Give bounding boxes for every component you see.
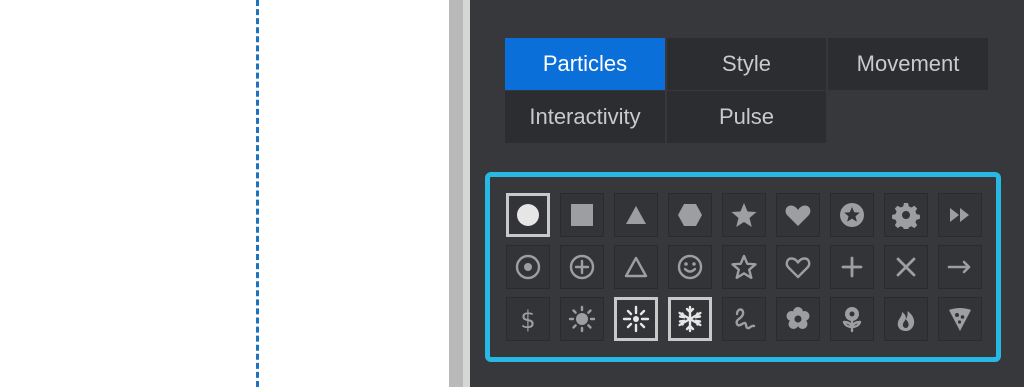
square-icon xyxy=(571,204,593,226)
triangle-icon xyxy=(626,206,646,224)
hexagon-icon xyxy=(678,204,702,226)
dollar-icon: $ xyxy=(520,306,535,333)
snowflake-icon xyxy=(678,305,702,333)
shape-smiley-button[interactable] xyxy=(668,245,712,289)
tab-movement[interactable]: Movement xyxy=(828,38,988,90)
shape-rose-button[interactable] xyxy=(830,297,874,341)
shape-gear-button[interactable] xyxy=(884,193,928,237)
shape-heart-button[interactable] xyxy=(776,193,820,237)
circle-dot-icon xyxy=(515,254,541,280)
shape-circle-button[interactable] xyxy=(506,193,550,237)
shape-star-outline-button[interactable] xyxy=(722,245,766,289)
shape-sparkle-button[interactable] xyxy=(614,297,658,341)
sun-icon xyxy=(568,305,596,333)
flower-icon xyxy=(786,307,810,329)
shape-pizza-slice-button[interactable] xyxy=(938,297,982,341)
heart-icon xyxy=(785,205,811,226)
plus-icon xyxy=(841,256,863,278)
tab-pulse[interactable]: Pulse xyxy=(667,91,826,143)
star-badge-icon xyxy=(840,203,864,227)
shape-star-badge-button[interactable] xyxy=(830,193,874,237)
arrow-right-icon xyxy=(947,260,971,274)
fast-forward-icon xyxy=(950,208,969,222)
panel-divider-shadow xyxy=(463,0,470,387)
shape-circle-plus-button[interactable] xyxy=(560,245,604,289)
shape-squiggle-button[interactable] xyxy=(722,297,766,341)
gear-icon xyxy=(892,203,920,229)
shape-dollar-button[interactable]: $ xyxy=(506,297,550,341)
shape-plus-button[interactable] xyxy=(830,245,874,289)
shape-triangle-outline-button[interactable] xyxy=(614,245,658,289)
settings-panel: Particles Style Movement Interactivity P… xyxy=(470,0,1024,387)
preview-canvas xyxy=(0,0,449,387)
shape-picker-grid: $ xyxy=(485,172,1001,362)
shape-fast-forward-button[interactable] xyxy=(938,193,982,237)
star-outline-icon xyxy=(731,254,757,279)
pizza-slice-icon xyxy=(949,308,971,331)
shape-snowflake-button[interactable] xyxy=(668,297,712,341)
flame-icon xyxy=(897,311,915,331)
shape-triangle-button[interactable] xyxy=(614,193,658,237)
cross-icon xyxy=(896,257,916,277)
panel-resize-handle[interactable] xyxy=(449,0,463,387)
shape-hexagon-button[interactable] xyxy=(668,193,712,237)
rose-icon xyxy=(842,307,862,333)
center-guide-line xyxy=(256,0,259,387)
shape-star-button[interactable] xyxy=(722,193,766,237)
squiggle-icon xyxy=(735,308,756,330)
tab-interactivity[interactable]: Interactivity xyxy=(505,91,665,143)
shape-cross-button[interactable] xyxy=(884,245,928,289)
shape-heart-outline-button[interactable] xyxy=(776,245,820,289)
settings-tabs: Particles Style Movement Interactivity P… xyxy=(505,38,988,143)
circle-plus-icon xyxy=(569,254,595,280)
shape-sun-button[interactable] xyxy=(560,297,604,341)
shape-flame-button[interactable] xyxy=(884,297,928,341)
heart-outline-icon xyxy=(785,257,811,279)
triangle-outline-icon xyxy=(624,256,648,278)
tab-particles[interactable]: Particles xyxy=(505,38,665,90)
circle-icon xyxy=(517,204,539,226)
sparkle-icon xyxy=(622,305,650,333)
shape-flower-button[interactable] xyxy=(776,297,820,341)
shape-arrow-right-button[interactable] xyxy=(938,245,982,289)
tab-style[interactable]: Style xyxy=(667,38,826,90)
dollar-glyph: $ xyxy=(520,306,535,333)
shape-circle-dot-button[interactable] xyxy=(506,245,550,289)
shape-square-button[interactable] xyxy=(560,193,604,237)
smiley-icon xyxy=(677,254,703,280)
star-icon xyxy=(731,203,757,227)
